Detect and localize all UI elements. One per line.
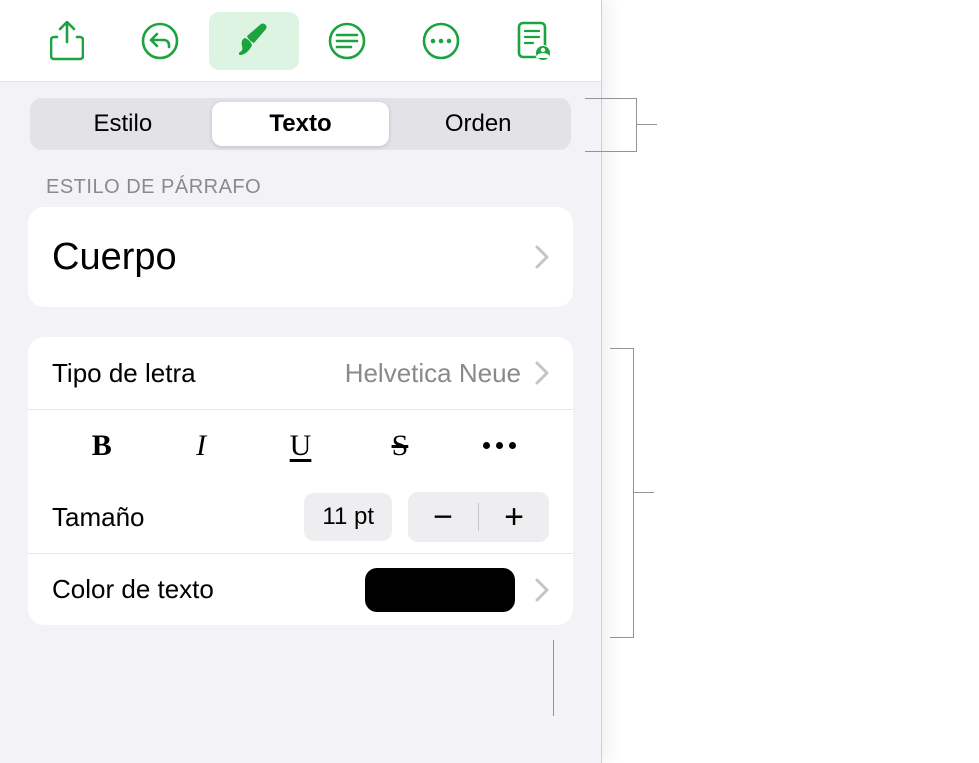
share-button[interactable] xyxy=(22,12,112,70)
text-color-label: Color de texto xyxy=(52,574,365,605)
tab-text[interactable]: Texto xyxy=(212,102,390,146)
size-increase-button[interactable]: + xyxy=(479,492,549,542)
paintbrush-icon xyxy=(234,21,274,61)
size-row: Tamaño 11 pt − + xyxy=(28,481,573,553)
callout-line xyxy=(634,492,654,493)
text-style-buttons: B I U S xyxy=(28,409,573,481)
more-styles-button[interactable] xyxy=(450,410,549,481)
strikethrough-button[interactable]: S xyxy=(350,410,449,481)
callout-line xyxy=(610,348,634,638)
document-reader-icon xyxy=(515,21,553,61)
ellipsis-circle-icon xyxy=(421,21,461,61)
underline-button[interactable]: U xyxy=(251,410,350,481)
size-decrease-button[interactable]: − xyxy=(408,492,478,542)
format-panel: Estilo Texto Orden ESTILO DE PÁRRAFO Cue… xyxy=(0,0,602,763)
chevron-right-icon xyxy=(535,578,549,602)
text-color-row[interactable]: Color de texto xyxy=(28,553,573,625)
ellipsis-icon xyxy=(483,442,516,449)
format-button[interactable] xyxy=(209,12,299,70)
paragraph-style-value: Cuerpo xyxy=(52,236,535,279)
size-stepper: − + xyxy=(408,492,549,542)
paragraph-style-row[interactable]: Cuerpo xyxy=(28,207,573,307)
text-color-swatch[interactable] xyxy=(365,568,515,612)
text-format-card: Tipo de letra Helvetica Neue B I U S Tam xyxy=(28,337,573,625)
paragraph-style-card: Cuerpo xyxy=(28,207,573,307)
text-options-button[interactable] xyxy=(302,12,392,70)
font-value: Helvetica Neue xyxy=(345,358,521,389)
callout-line xyxy=(553,640,554,716)
size-value[interactable]: 11 pt xyxy=(304,493,392,541)
italic-button[interactable]: I xyxy=(151,410,250,481)
share-icon xyxy=(50,21,84,61)
undo-icon xyxy=(140,21,180,61)
callout-line xyxy=(637,124,657,125)
font-label: Tipo de letra xyxy=(52,358,345,389)
chevron-right-icon xyxy=(535,361,549,385)
document-reader-button[interactable] xyxy=(489,12,579,70)
undo-button[interactable] xyxy=(115,12,205,70)
more-button[interactable] xyxy=(396,12,486,70)
bold-button[interactable]: B xyxy=(52,410,151,481)
format-tabs: Estilo Texto Orden xyxy=(30,98,571,150)
size-label: Tamaño xyxy=(52,502,304,533)
tab-order[interactable]: Orden xyxy=(389,102,567,146)
tab-style[interactable]: Estilo xyxy=(34,102,212,146)
callout-line xyxy=(585,98,637,152)
chevron-right-icon xyxy=(535,245,549,269)
toolbar xyxy=(0,0,601,82)
panel-content: Estilo Texto Orden ESTILO DE PÁRRAFO Cue… xyxy=(0,82,601,763)
text-options-icon xyxy=(327,21,367,61)
paragraph-style-header: ESTILO DE PÁRRAFO xyxy=(10,170,591,207)
font-row[interactable]: Tipo de letra Helvetica Neue xyxy=(28,337,573,409)
